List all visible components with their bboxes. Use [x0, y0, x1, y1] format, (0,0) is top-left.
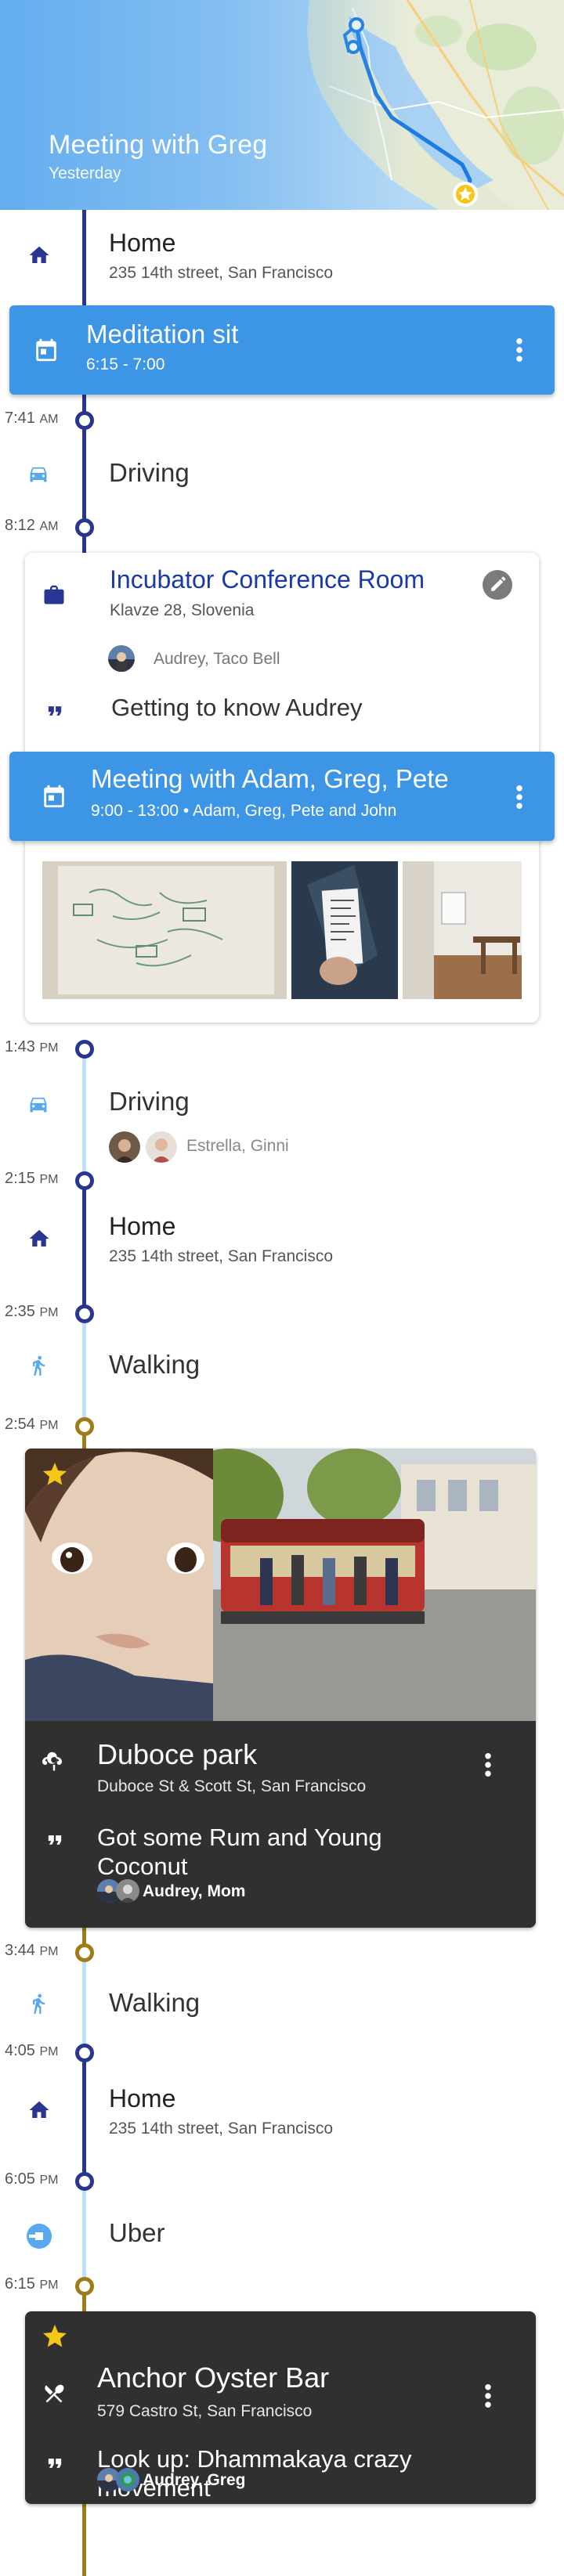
star-icon[interactable]	[41, 1460, 69, 1488]
avatar	[116, 2468, 139, 2491]
people-label: Audrey, Greg	[143, 2471, 246, 2489]
activity-label: Walking	[109, 1988, 201, 2017]
activity-label: Driving	[109, 1087, 190, 1116]
place-address: 235 14th street, San Francisco	[109, 2120, 333, 2138]
note-text: Got some Rum and Young Coconut	[97, 1824, 382, 1880]
timeline-node	[75, 1304, 94, 1323]
quote-icon	[44, 1829, 66, 1851]
home-icon	[27, 244, 51, 267]
people-label: Estrella, Ginni	[186, 1137, 289, 1155]
photo-whiteboard[interactable]	[42, 861, 287, 999]
photo-park[interactable]	[25, 1449, 536, 1721]
more-vert-icon[interactable]	[476, 2380, 500, 2412]
timeline-segment	[82, 1953, 86, 2053]
place-title: Home	[109, 229, 176, 257]
header-map[interactable]: Meeting with Greg Yesterday	[0, 0, 564, 210]
timeline-node	[75, 518, 94, 537]
trip-date: Yesterday	[49, 164, 121, 182]
home-icon	[27, 1227, 51, 1250]
place-title: Duboce park	[97, 1738, 258, 1770]
more-vert-icon[interactable]	[508, 334, 531, 366]
edit-icon[interactable]	[483, 570, 512, 600]
people-label: Audrey, Mom	[143, 1882, 246, 1900]
time-label: 3:44 PM	[5, 1942, 59, 1959]
time-label: 2:54 PM	[5, 1416, 59, 1433]
walk-icon	[27, 1354, 49, 1377]
car-icon	[27, 1093, 49, 1115]
note-text: Getting to know Audrey	[111, 694, 363, 721]
calendar-icon	[41, 783, 67, 810]
timeline-node	[75, 1040, 94, 1059]
time-label: 7:41 AM	[5, 409, 59, 427]
timeline-node	[75, 1943, 94, 1962]
timeline-node	[75, 2172, 94, 2191]
event-title: Meeting with Adam, Greg, Pete	[91, 764, 449, 793]
more-vert-icon[interactable]	[508, 781, 531, 813]
star-icon[interactable]	[41, 2322, 69, 2351]
trip-title: Meeting with Greg	[49, 130, 268, 160]
time-label: 1:43 PM	[5, 1038, 59, 1055]
timeline-segment	[82, 2181, 86, 2286]
place-card-highlight[interactable]: Duboce park Duboce St & Scott St, San Fr…	[25, 1449, 536, 1928]
time-label: 8:12 AM	[5, 517, 59, 534]
calendar-icon	[33, 337, 60, 363]
timeline-segment	[82, 1181, 86, 1314]
activity-label: Driving	[109, 458, 190, 487]
place-address: Duboce St & Scott St, San Francisco	[97, 1777, 367, 1795]
timeline-node	[75, 2277, 94, 2296]
place-title: Home	[109, 2084, 176, 2112]
quote-icon	[44, 2452, 66, 2474]
car-icon	[27, 463, 49, 485]
time-label: 6:05 PM	[5, 2170, 59, 2188]
avatar	[146, 1131, 177, 1163]
home-icon	[27, 2098, 51, 2122]
avatar	[116, 1879, 139, 1903]
uber-icon	[27, 2224, 52, 2249]
event-time: 6:15 - 7:00	[86, 355, 165, 373]
timeline-segment	[82, 1049, 86, 1181]
place-address: 235 14th street, San Francisco	[109, 264, 333, 282]
place-title: Incubator Conference Room	[110, 565, 425, 593]
calendar-event-card[interactable]: Meeting with Adam, Greg, Pete 9:00 - 13:…	[9, 752, 555, 841]
walk-icon	[27, 1992, 49, 2015]
more-vert-icon[interactable]	[476, 1749, 500, 1780]
photo-room[interactable]	[403, 861, 522, 999]
place-card-highlight[interactable]: Anchor Oyster Bar 579 Castro St, San Fra…	[25, 2311, 536, 2504]
timeline-node	[75, 2044, 94, 2062]
quote-icon	[44, 700, 66, 722]
timeline-node	[75, 411, 94, 430]
avatar	[109, 1131, 140, 1163]
place-title: Anchor Oyster Bar	[97, 2361, 330, 2394]
park-icon	[42, 1749, 66, 1773]
event-detail: 9:00 - 13:00 • Adam, Greg, Pete and John	[91, 802, 397, 820]
briefcase-icon	[42, 583, 66, 606]
place-address: Klavze 28, Slovenia	[110, 601, 255, 619]
place-address: 579 Castro St, San Francisco	[97, 2402, 313, 2420]
timeline-segment	[82, 2053, 86, 2181]
avatar	[108, 645, 135, 672]
photo-receipt[interactable]	[291, 861, 398, 999]
activity-label: Walking	[109, 1350, 201, 1379]
people-label: Audrey, Taco Bell	[154, 650, 280, 668]
restaurant-icon	[42, 2382, 66, 2405]
time-label: 2:15 PM	[5, 1170, 59, 1187]
timeline-node	[75, 1417, 94, 1436]
event-title: Meditation sit	[86, 319, 239, 348]
calendar-event-card[interactable]: Meditation sit 6:15 - 7:00	[9, 305, 555, 395]
place-address: 235 14th street, San Francisco	[109, 1247, 333, 1265]
time-label: 4:05 PM	[5, 2042, 59, 2059]
place-title: Home	[109, 1212, 176, 1240]
timeline-node	[75, 1171, 94, 1190]
time-label: 2:35 PM	[5, 1303, 59, 1320]
timeline-segment	[82, 1314, 86, 1427]
time-label: 6:15 PM	[5, 2275, 59, 2293]
activity-label: Uber	[109, 2218, 165, 2247]
